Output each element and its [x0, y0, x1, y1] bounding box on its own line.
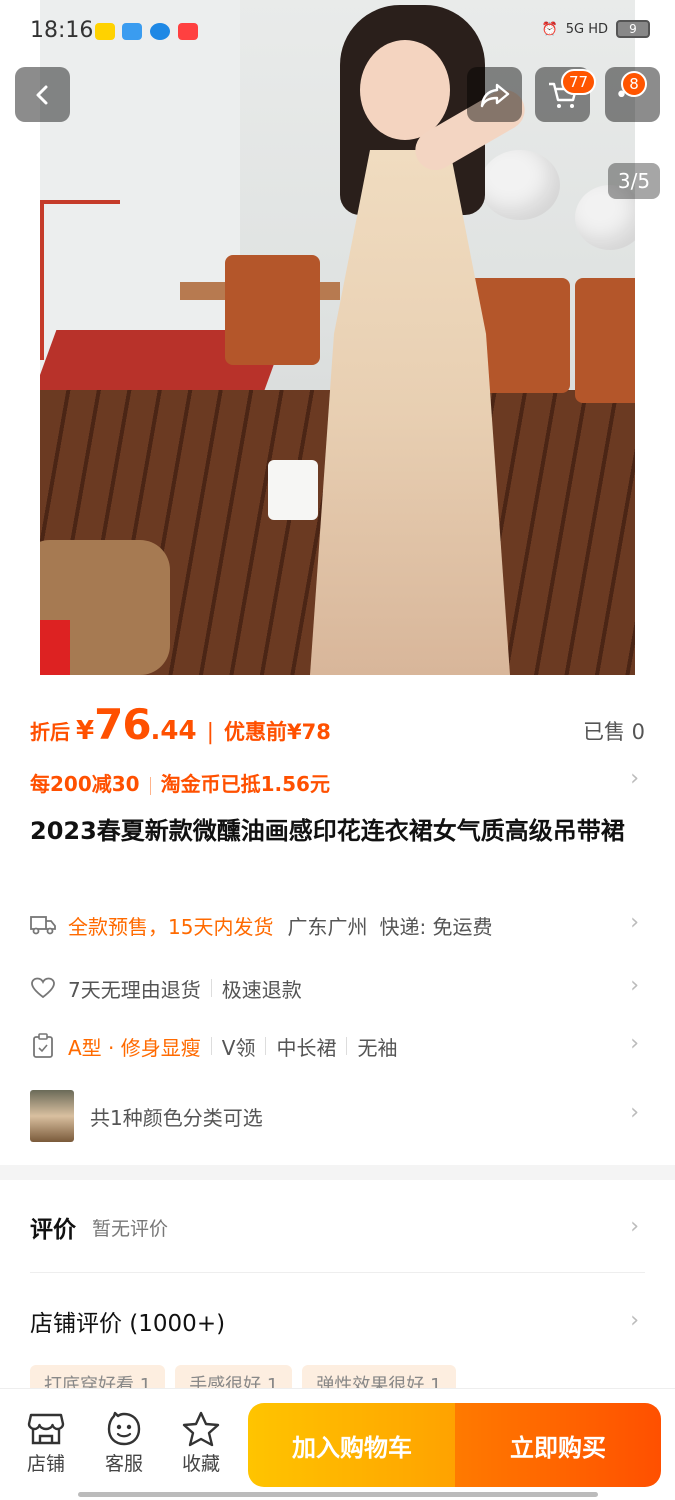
shop-reviews-title: 店铺评价 (1000+) — [30, 1311, 226, 1337]
price-separator: | — [206, 720, 215, 745]
smiley-icon — [94, 1409, 154, 1449]
status-right: ⏰ 5G HD 9 — [542, 20, 650, 38]
shop-label: 店铺 — [26, 1453, 65, 1475]
divider — [30, 1272, 645, 1273]
divider — [265, 1037, 267, 1055]
shop-button[interactable]: 店铺 — [16, 1409, 76, 1476]
store-icon — [16, 1409, 76, 1449]
meituan-icon — [95, 23, 115, 40]
app-icon — [122, 23, 142, 40]
message-badge: 8 — [621, 71, 647, 97]
app-icon — [178, 23, 198, 40]
chevron-right-icon: › — [630, 973, 639, 998]
product-gallery[interactable]: 18:16 ⏰ 5G HD 9 77 • 8 3/5 — [0, 0, 675, 680]
price-integer: 76 — [94, 700, 151, 749]
share-icon — [480, 83, 509, 107]
promo-divider — [149, 776, 151, 795]
ship-origin: 广东广州 — [287, 914, 368, 939]
shop-reviews-row[interactable]: 店铺评价 (1000+) — [30, 1296, 645, 1346]
status-time: 18:16 — [30, 18, 94, 43]
cart-button[interactable]: 77 — [535, 67, 597, 122]
variant-thumbnail — [30, 1090, 74, 1142]
chevron-right-icon: › — [630, 1100, 639, 1125]
cart-badge: 77 — [561, 69, 597, 95]
divider — [210, 979, 212, 997]
attributes-row[interactable]: A型 · 修身显瘦 V领 中长裙 无袖 — [30, 1021, 645, 1071]
promo-row[interactable]: 每200减30 淘金币已抵1.56元 — [30, 768, 330, 797]
service-button[interactable]: 客服 — [94, 1409, 154, 1476]
clipboard-icon — [30, 1033, 56, 1059]
shipping-row[interactable]: 全款预售，15天内发货 广东广州 快递: 免运费 — [30, 900, 645, 950]
photo-dress — [310, 150, 510, 675]
chevron-right-icon: › — [630, 766, 639, 791]
photo-lamp — [480, 150, 560, 220]
battery-icon: 9 — [616, 20, 650, 38]
more-button[interactable]: • 8 — [605, 67, 660, 122]
status-bar: 18:16 ⏰ 5G HD 9 — [0, 0, 675, 62]
favorite-label: 收藏 — [181, 1453, 220, 1475]
service-label: 客服 — [104, 1453, 143, 1475]
price-decimal: .44 — [150, 716, 197, 746]
chevron-right-icon: › — [630, 1214, 639, 1239]
bottom-action-bar: 店铺 客服 收藏 加入购物车 立即购买 — [0, 1388, 675, 1500]
home-indicator[interactable] — [78, 1492, 598, 1497]
buy-now-button[interactable]: 立即购买 — [455, 1403, 661, 1487]
product-info-card: 折后 ¥ 76 .44 | 优惠前 ¥78 已售 0 每200减30 淘金币已抵1… — [0, 680, 675, 1165]
divider — [346, 1037, 348, 1055]
app-icon — [150, 23, 170, 40]
reviews-section: 评价 暂无评价 › 店铺评价 (1000+) › 打底穿好看 1 手感很好 1 … — [0, 1180, 675, 1401]
price-before-value: ¥78 — [287, 720, 331, 744]
reviews-row[interactable]: 评价 暂无评价 — [30, 1202, 645, 1252]
promo-coin: 淘金币已抵1.56元 — [160, 772, 330, 796]
heart-icon — [30, 975, 56, 1001]
share-button[interactable] — [467, 67, 522, 122]
ship-express: 快递: 免运费 — [379, 914, 493, 939]
add-to-cart-button[interactable]: 加入购物车 — [248, 1403, 456, 1487]
back-button[interactable] — [15, 67, 70, 122]
promo-deal: 每200减30 — [30, 772, 140, 796]
network-indicator: 5G HD — [565, 21, 608, 37]
photo-chair — [575, 278, 635, 403]
favorite-button[interactable]: 收藏 — [171, 1409, 231, 1476]
photo-pillow — [40, 620, 70, 675]
price-before-label: 优惠前 — [224, 720, 288, 744]
gallery-pager: 3/5 — [608, 163, 660, 199]
attr-item: 中长裙 — [276, 1035, 337, 1060]
sold-count: 已售 0 — [582, 720, 645, 744]
presale-text: 全款预售，15天内发货 — [68, 914, 274, 939]
variant-text: 共1种颜色分类可选 — [90, 1105, 263, 1130]
chevron-right-icon: › — [630, 910, 639, 935]
chevron-right-icon: › — [630, 1308, 639, 1333]
price-row: 折后 ¥ 76 .44 | 优惠前 ¥78 — [30, 700, 645, 750]
attr-item: 无袖 — [357, 1035, 398, 1060]
truck-icon — [30, 912, 56, 938]
price-after-label: 折后 — [30, 720, 70, 744]
alarm-icon: ⏰ — [541, 21, 558, 37]
star-icon — [171, 1409, 231, 1449]
return-policy: 7天无理由退货 — [68, 977, 201, 1002]
refund-text: 极速退款 — [221, 977, 302, 1002]
photo-chair — [225, 255, 320, 365]
photo-bag — [268, 460, 318, 520]
reviews-title: 评价 — [30, 1217, 76, 1243]
chevron-right-icon: › — [630, 1031, 639, 1056]
reviews-empty: 暂无评价 — [92, 1217, 169, 1240]
chevron-left-icon — [36, 85, 47, 104]
price-currency: ¥ — [76, 716, 95, 746]
attr-item: V领 — [221, 1035, 256, 1060]
attr-highlight: A型 · 修身显瘦 — [68, 1035, 201, 1060]
divider — [210, 1037, 212, 1055]
variants-row[interactable]: 共1种颜色分类可选 — [30, 1086, 645, 1146]
product-title: 2023春夏新款微醺油画感印花连衣裙女气质高级吊带裙 — [30, 817, 625, 845]
returns-row[interactable]: 7天无理由退货 极速退款 — [30, 963, 645, 1013]
